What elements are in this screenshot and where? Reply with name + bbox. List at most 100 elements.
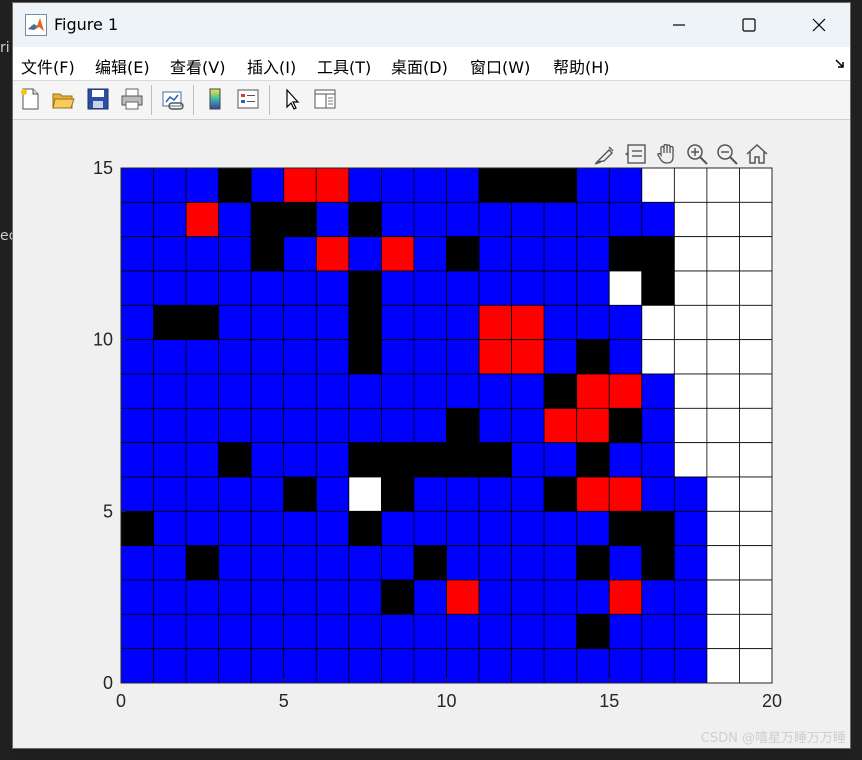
grid-cell-white: [739, 510, 773, 547]
grid-cell-black: [218, 167, 252, 203]
grid-cell-blue: [608, 304, 643, 341]
grid-cell-blue: [348, 545, 382, 581]
grid-cell-blue: [380, 339, 415, 375]
menu-tools[interactable]: 工具(T): [317, 54, 371, 78]
property-inspector-button[interactable]: [312, 86, 338, 112]
grid-cell-blue: [218, 339, 252, 375]
grid-cell-blue: [283, 613, 317, 650]
grid-cell-blue: [218, 476, 252, 512]
print-icon: [121, 88, 143, 110]
grid-cell-blue: [478, 545, 512, 581]
grid-cell-white: [673, 373, 708, 409]
grid-cell-blue: [543, 304, 578, 341]
grid-cell-blue: [478, 373, 512, 409]
grid-cell-blue: [120, 373, 154, 409]
grid-cell-white: [706, 339, 740, 375]
grid-cell-blue: [478, 407, 512, 444]
grid-cell-white: [739, 339, 773, 375]
grid-cell-blue: [348, 236, 382, 272]
grid-cell-blue: [153, 579, 187, 615]
grid-cell-white: [673, 201, 708, 238]
open-file-button[interactable]: [50, 86, 76, 112]
grid-cell-blue: [576, 236, 610, 272]
colorbar-button[interactable]: [202, 86, 228, 112]
grid-cell-black: [608, 510, 643, 547]
grid-cell-white: [641, 167, 675, 203]
minimize-button[interactable]: [644, 3, 714, 47]
grid-cell-blue: [576, 201, 610, 238]
grid-cell-black: [380, 476, 415, 512]
link-plot-button[interactable]: [160, 86, 186, 112]
grid-cell-black: [413, 545, 447, 581]
menu-insert[interactable]: 插入(I): [247, 54, 296, 78]
maximize-button[interactable]: [714, 3, 784, 47]
matlab-logo-icon: [25, 14, 47, 36]
grid-cell-blue: [641, 476, 675, 512]
grid-cell-black: [413, 442, 447, 478]
grid-cell-white: [673, 304, 708, 341]
grid-cell-blue: [250, 476, 285, 512]
grid-cell-blue: [511, 613, 545, 650]
watermark: CSDN @嘻星万睡万万睡: [700, 731, 846, 746]
x-tick-label: 10: [436, 691, 456, 711]
grid-cell-blue: [413, 510, 447, 547]
grid-cell-red: [576, 476, 610, 512]
legend-button[interactable]: [235, 86, 261, 112]
grid-cell-red: [446, 579, 480, 615]
grid-cell-red: [576, 373, 610, 409]
grid-cell-blue: [543, 613, 578, 650]
grid-cell-black: [348, 270, 382, 306]
grid-cell-blue: [250, 167, 285, 203]
menu-help[interactable]: 帮助(H): [553, 54, 610, 78]
grid-cell-red: [608, 476, 643, 512]
menu-file[interactable]: 文件(F): [21, 54, 75, 78]
grid-cell-white: [739, 613, 773, 650]
dock-arrow-icon[interactable]: [833, 57, 847, 71]
grid-cell-white: [706, 167, 740, 203]
grid-cell-white: [348, 476, 382, 512]
grid-cell-blue: [380, 510, 415, 547]
grid-cell-red: [511, 339, 545, 375]
grid-cell-blue: [250, 373, 285, 409]
pointer-button[interactable]: [279, 86, 305, 112]
title-bar[interactable]: Figure 1: [13, 3, 850, 47]
grid-map-chart[interactable]: 0 5 10 15 20 0 5 10 15: [13, 120, 850, 740]
grid-cell-white: [706, 373, 740, 409]
grid-cell-red: [380, 236, 415, 272]
grid-cell-blue: [608, 442, 643, 478]
grid-cell-black: [576, 442, 610, 478]
new-figure-button[interactable]: [17, 86, 43, 112]
grid-cell-blue: [250, 510, 285, 547]
grid-cell-blue: [478, 579, 512, 615]
save-button[interactable]: [85, 86, 111, 112]
grid-cell-blue: [315, 579, 350, 615]
menu-edit[interactable]: 编辑(E): [95, 54, 150, 78]
grid-cell-blue: [120, 407, 154, 444]
grid-cell-blue: [576, 510, 610, 547]
grid-cell-blue: [250, 407, 285, 444]
y-tick-label: 10: [93, 330, 113, 350]
grid-cell-blue: [478, 648, 512, 684]
y-tick-label: 0: [103, 673, 113, 693]
grid-cell-blue: [185, 339, 220, 375]
print-button[interactable]: [119, 86, 145, 112]
figure-canvas[interactable]: 0 5 10 15 20 0 5 10 15 CSDN @嘻星万睡万万睡: [13, 120, 850, 748]
grid-cell-blue: [120, 648, 154, 684]
grid-cell-blue: [153, 339, 187, 375]
menu-desktop[interactable]: 桌面(D): [391, 54, 448, 78]
grid-cell-blue: [641, 648, 675, 684]
grid-cell-blue: [315, 304, 350, 341]
grid-cell-red: [543, 407, 578, 444]
grid-cell-blue: [446, 304, 480, 341]
grid-cell-blue: [543, 510, 578, 547]
menu-view[interactable]: 查看(V): [170, 54, 225, 78]
close-button[interactable]: [784, 3, 850, 47]
menu-window[interactable]: 窗口(W): [470, 54, 530, 78]
grid-cell-white: [706, 270, 740, 306]
grid-cell-black: [218, 442, 252, 478]
grid-cell-black: [608, 407, 643, 444]
grid-cell-blue: [446, 167, 480, 203]
grid-cell-blue: [673, 476, 708, 512]
grid-cell-white: [739, 236, 773, 272]
grid-cell-blue: [511, 579, 545, 615]
